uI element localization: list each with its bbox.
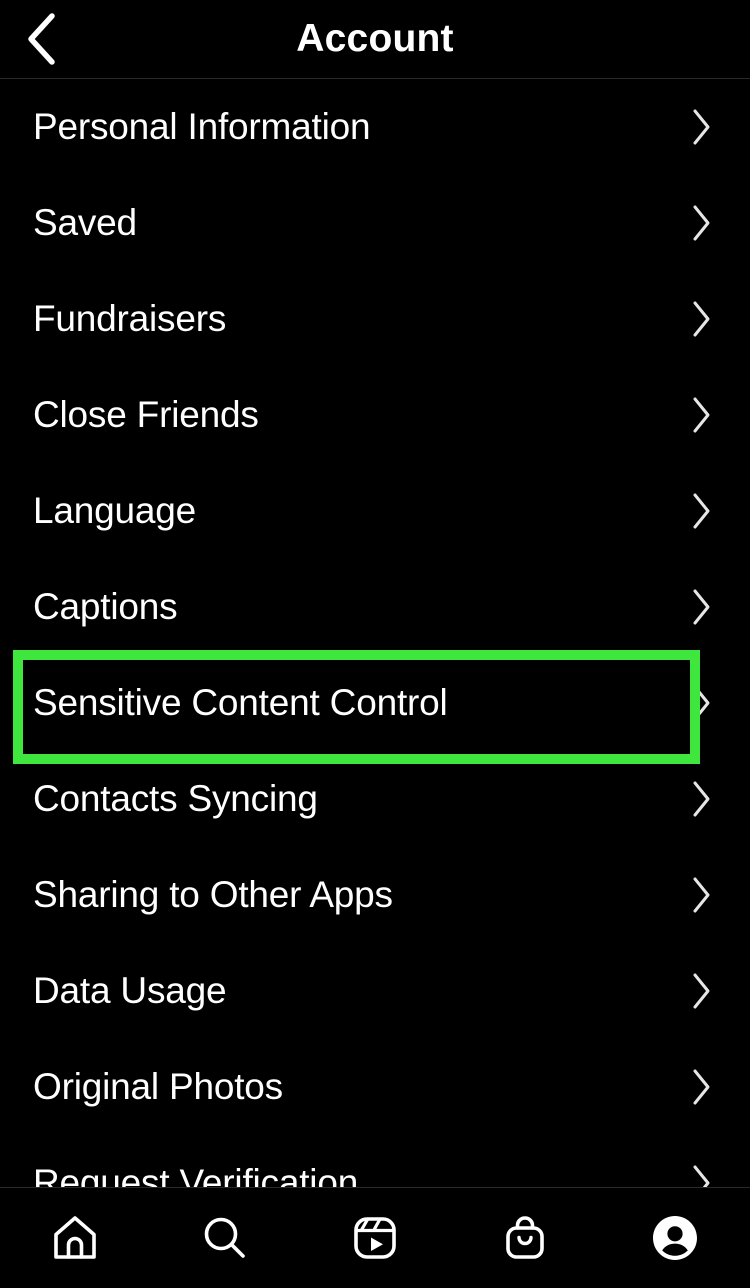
profile-avatar-icon — [649, 1212, 701, 1264]
settings-list: Personal Information Saved Fundraisers Clos… — [0, 79, 750, 1187]
home-icon — [49, 1212, 101, 1264]
shop-bag-icon — [499, 1212, 551, 1264]
list-item-label: Personal Information — [33, 106, 371, 147]
bottom-tab-bar — [0, 1187, 750, 1288]
list-item-label: Fundraisers — [33, 298, 227, 339]
list-item-label: Sharing to Other Apps — [33, 874, 393, 915]
tab-reels[interactable] — [300, 1188, 450, 1288]
app-header: Account — [0, 0, 750, 79]
chevron-right-icon — [690, 491, 714, 531]
list-item[interactable]: Sensitive Content Control — [0, 655, 750, 751]
list-item-label: Sensitive Content Control — [33, 682, 448, 723]
list-item-label: Saved — [33, 202, 137, 243]
chevron-right-icon — [690, 971, 714, 1011]
list-item[interactable]: Data Usage — [0, 943, 750, 1039]
chevron-right-icon — [690, 875, 714, 915]
list-item-label: Captions — [33, 586, 178, 627]
list-item[interactable]: Fundraisers — [0, 271, 750, 367]
list-item-label: Language — [33, 490, 197, 531]
chevron-right-icon — [690, 587, 714, 627]
settings-list-viewport[interactable]: Personal Information Saved Fundraisers Clos… — [0, 79, 750, 1187]
list-item[interactable]: Contacts Syncing — [0, 751, 750, 847]
list-item-label: Data Usage — [33, 970, 227, 1011]
list-item-label: Request Verification — [33, 1162, 359, 1187]
list-item[interactable]: Close Friends — [0, 367, 750, 463]
chevron-right-icon — [690, 683, 714, 723]
list-item-label: Close Friends — [33, 394, 259, 435]
list-item[interactable]: Personal Information — [0, 79, 750, 175]
chevron-right-icon — [690, 203, 714, 243]
chevron-right-icon — [690, 1163, 714, 1187]
search-icon — [199, 1212, 251, 1264]
account-settings-screen: Account Personal Information Saved Fundrai… — [0, 0, 750, 1288]
list-item[interactable]: Request Verification — [0, 1135, 750, 1187]
tab-home[interactable] — [0, 1188, 150, 1288]
list-item-label: Contacts Syncing — [33, 778, 318, 819]
tab-shop[interactable] — [450, 1188, 600, 1288]
list-item[interactable]: Captions — [0, 559, 750, 655]
list-item[interactable]: Saved — [0, 175, 750, 271]
chevron-right-icon — [690, 107, 714, 147]
list-item[interactable]: Sharing to Other Apps — [0, 847, 750, 943]
chevron-right-icon — [690, 299, 714, 339]
chevron-right-icon — [690, 1067, 714, 1107]
tab-search[interactable] — [150, 1188, 300, 1288]
list-item-label: Original Photos — [33, 1066, 283, 1107]
chevron-right-icon — [690, 395, 714, 435]
page-title: Account — [296, 17, 454, 60]
chevron-right-icon — [690, 779, 714, 819]
list-item[interactable]: Original Photos — [0, 1039, 750, 1135]
list-item[interactable]: Language — [0, 463, 750, 559]
tab-profile[interactable] — [600, 1188, 750, 1288]
reels-icon — [349, 1212, 401, 1264]
